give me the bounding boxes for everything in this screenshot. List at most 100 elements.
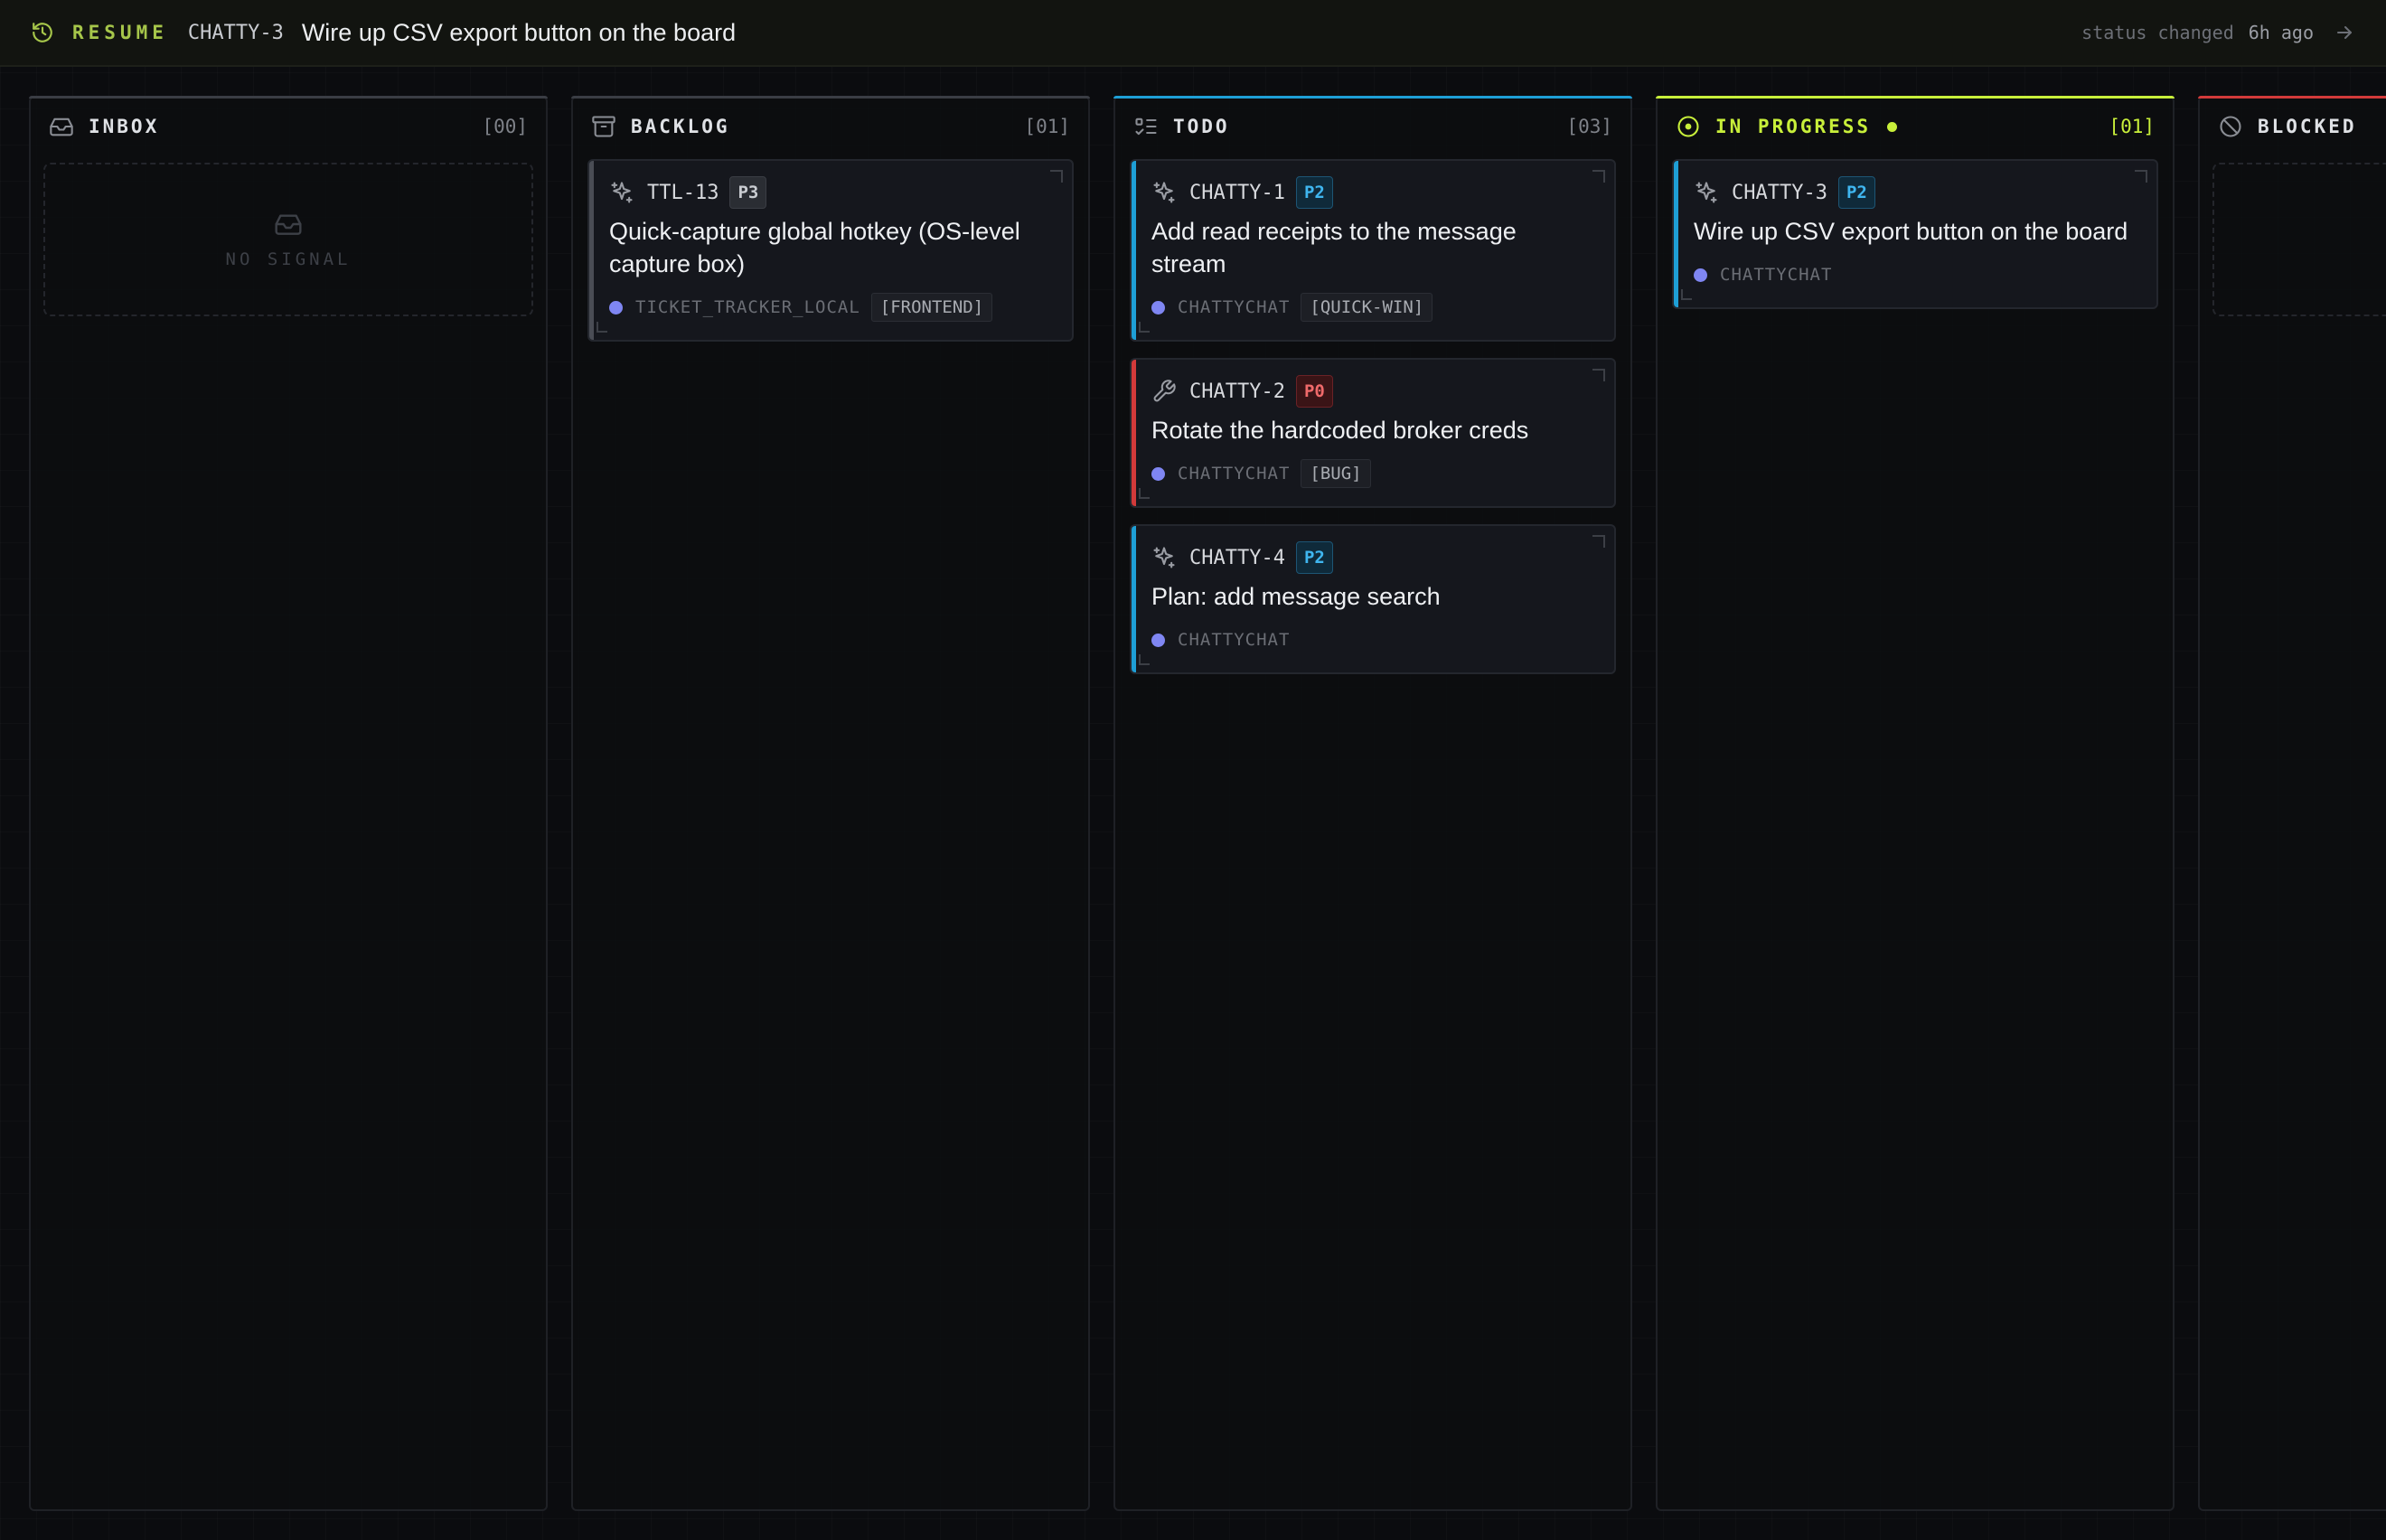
column-title: BLOCKED (2258, 116, 2357, 137)
card-accent (1132, 526, 1136, 672)
column-title: TODO (1173, 116, 1230, 137)
kanban-board: INBOX [00] NO SIGNAL BACKLOG [01] TTL-13… (29, 96, 2386, 1511)
archive-icon (592, 116, 615, 137)
column-title: BACKLOG (631, 116, 730, 137)
column-top-rule (29, 96, 548, 99)
ticket-id: CHATTY-3 (1732, 181, 1827, 204)
card-corner (596, 322, 607, 333)
sparkle-icon (611, 182, 633, 203)
card-corner (1592, 170, 1605, 183)
sparkle-icon (1153, 182, 1175, 203)
inbox-icon (50, 117, 73, 136)
card-corner (1050, 170, 1063, 183)
ticket-tag: [QUICK-WIN] (1301, 293, 1433, 322)
card-corner (1139, 488, 1150, 499)
priority-badge: P0 (1295, 375, 1333, 408)
status-text: status changed (2081, 22, 2234, 43)
arrow-right-icon[interactable] (2334, 22, 2355, 43)
card-corner (1592, 535, 1605, 548)
wrench-icon (1153, 380, 1176, 402)
empty-state-text: NO SIGNAL (225, 249, 352, 269)
project-dot (1151, 466, 1165, 481)
status-ago: 6h ago (2248, 22, 2314, 43)
column-header[interactable]: INBOX [00] (31, 98, 546, 155)
ticket-card[interactable]: CHATTY-1 P2 Add read receipts to the mes… (1130, 159, 1616, 342)
priority-badge: P2 (1295, 176, 1333, 209)
column-header[interactable]: TODO [03] (1115, 98, 1630, 155)
column-header[interactable]: BLOCKED (2200, 98, 2386, 155)
card-accent (1674, 161, 1678, 307)
card-corner (1681, 289, 1692, 300)
project-name: CHATTYCHAT (1720, 265, 1833, 285)
ticket-title: Rotate the hardcoded broker creds (1151, 417, 1529, 444)
ticket-card[interactable]: CHATTY-3 P2 Wire up CSV export button on… (1672, 159, 2158, 309)
priority-badge: P3 (729, 176, 767, 209)
column-header[interactable]: IN PROGRESS [01] (1658, 98, 2173, 155)
column-count: [01] (1024, 116, 1070, 137)
history-icon (33, 23, 52, 42)
resume-bar[interactable]: RESUME CHATTY-3 Wire up CSV export butto… (0, 0, 2386, 67)
card-meta: TICKET_TRACKER_LOCAL [FRONTEND] (609, 291, 1052, 324)
card-header: CHATTY-4 P2 (1151, 540, 1594, 575)
live-indicator (1887, 121, 1898, 132)
project-dot (1151, 300, 1165, 315)
project-name: CHATTYCHAT (1178, 630, 1291, 650)
resume-ticket-id: CHATTY-3 (187, 21, 284, 44)
project-name: TICKET_TRACKER_LOCAL (635, 297, 860, 317)
column-top-rule (1656, 96, 2175, 99)
column-inbox: INBOX [00] NO SIGNAL (29, 96, 548, 1511)
card-accent (1132, 161, 1136, 340)
column-header[interactable]: BACKLOG [01] (573, 98, 1088, 155)
priority-badge: P2 (1837, 176, 1875, 209)
column-title: IN PROGRESS (1715, 116, 1872, 137)
card-list: TTL-13 P3 Quick-capture global hotkey (O… (573, 155, 1088, 342)
priority-badge: P2 (1295, 541, 1333, 574)
empty-state (2212, 163, 2386, 316)
ticket-tag: [BUG] (1301, 459, 1371, 488)
card-list: CHATTY-3 P2 Wire up CSV export button on… (1658, 155, 2173, 309)
card-header: CHATTY-3 P2 (1694, 175, 2137, 210)
column-title: INBOX (89, 116, 160, 137)
column-in-progress: IN PROGRESS [01] CHATTY-3 P2 Wire up CSV… (1656, 96, 2175, 1511)
ticket-card[interactable]: TTL-13 P3 Quick-capture global hotkey (O… (587, 159, 1074, 342)
column-count: [01] (2109, 116, 2155, 137)
ticket-id: CHATTY-1 (1189, 181, 1285, 204)
column-todo: TODO [03] CHATTY-1 P2 Add read receipts … (1113, 96, 1632, 1511)
card-header: TTL-13 P3 (609, 175, 1052, 210)
resume-status: status changed 6h ago (2081, 22, 2355, 43)
card-accent (1132, 360, 1136, 506)
card-list: CHATTY-1 P2 Add read receipts to the mes… (1115, 155, 1630, 674)
column-count: [03] (1566, 116, 1612, 137)
inbox-icon (275, 214, 302, 235)
ticket-id: CHATTY-2 (1189, 380, 1285, 403)
empty-state: NO SIGNAL (43, 163, 533, 316)
ticket-title: Add read receipts to the message stream (1151, 218, 1517, 277)
project-dot (609, 300, 623, 315)
card-header: CHATTY-1 P2 (1151, 175, 1594, 210)
ticket-card[interactable]: CHATTY-2 P0 Rotate the hardcoded broker … (1130, 358, 1616, 508)
sparkle-icon (1696, 182, 1717, 203)
project-dot (1151, 633, 1165, 647)
column-top-rule (2198, 96, 2386, 99)
column-backlog: BACKLOG [01] TTL-13 P3 Quick-capture glo… (571, 96, 1090, 1511)
card-corner (1139, 654, 1150, 665)
ban-icon (2220, 116, 2241, 137)
card-meta: CHATTYCHAT [BUG] (1151, 457, 1594, 490)
ticket-card[interactable]: CHATTY-4 P2 Plan: add message search CHA… (1130, 524, 1616, 674)
sparkle-icon (1153, 547, 1175, 568)
card-corner (2135, 170, 2147, 183)
card-meta: CHATTYCHAT [QUICK-WIN] (1151, 291, 1594, 324)
card-meta: CHATTYCHAT (1151, 624, 1594, 656)
ticket-title: Wire up CSV export button on the board (1694, 218, 2128, 245)
ticket-id: CHATTY-4 (1189, 546, 1285, 569)
project-name: CHATTYCHAT (1178, 297, 1291, 317)
card-corner (1592, 369, 1605, 381)
resume-ticket-title: Wire up CSV export button on the board (301, 18, 737, 46)
card-header: CHATTY-2 P0 (1151, 374, 1594, 408)
ticket-id: TTL-13 (647, 181, 719, 204)
project-dot (1694, 268, 1707, 282)
ticket-tag: [FRONTEND] (870, 293, 993, 322)
list-todo-icon (1135, 117, 1157, 136)
column-top-rule (1113, 96, 1632, 99)
ticket-title: Quick-capture global hotkey (OS-level ca… (609, 218, 1020, 277)
